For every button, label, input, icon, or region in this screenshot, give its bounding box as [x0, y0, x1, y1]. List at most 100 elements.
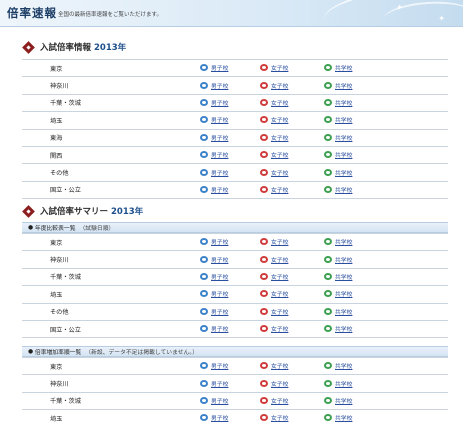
coed-icon: [324, 185, 332, 193]
girls-school-link[interactable]: 女子校: [260, 150, 288, 159]
coed-school-link[interactable]: 共学校: [324, 307, 352, 316]
sparkle-icon: ✦: [396, 3, 403, 12]
girls-school-link[interactable]: 女子校: [260, 168, 288, 177]
coed-school-link[interactable]: 共学校: [324, 413, 352, 422]
coed-school-link[interactable]: 共学校: [324, 185, 352, 194]
boys-school-link-cell: 男子校: [200, 129, 260, 147]
boys-school-link[interactable]: 男子校: [200, 237, 228, 246]
link-label: 共学校: [335, 292, 353, 299]
boys-school-link[interactable]: 男子校: [200, 115, 228, 124]
coed-school-link-cell: 共学校: [324, 163, 384, 182]
boys-school-link[interactable]: 男子校: [200, 150, 228, 159]
boys-school-link[interactable]: 男子校: [200, 289, 228, 298]
coed-school-link[interactable]: 共学校: [324, 361, 352, 370]
boys-school-link[interactable]: 男子校: [200, 307, 228, 316]
boy-icon: [200, 168, 208, 176]
row-padding: [384, 374, 448, 393]
coed-school-link[interactable]: 共学校: [324, 379, 352, 388]
row-padding: [384, 181, 448, 200]
girl-icon: [260, 98, 268, 106]
girls-school-link[interactable]: 女子校: [260, 63, 288, 72]
coed-school-link[interactable]: 共学校: [324, 289, 352, 298]
table-row: その他 男子校 女子校 共学校: [22, 163, 448, 182]
link-label: 女子校: [271, 274, 289, 281]
coed-school-link[interactable]: 共学校: [324, 81, 352, 90]
girl-icon: [260, 255, 268, 263]
region-label: 埼玉: [22, 409, 200, 426]
coed-school-link[interactable]: 共学校: [324, 98, 352, 107]
girls-school-link[interactable]: 女子校: [260, 81, 288, 90]
boys-school-link-cell: 男子校: [200, 285, 260, 304]
coed-school-link-cell: 共学校: [324, 392, 384, 411]
girls-school-link[interactable]: 女子校: [260, 413, 288, 422]
boys-school-link[interactable]: 男子校: [200, 81, 228, 90]
boys-school-link[interactable]: 男子校: [200, 255, 228, 264]
girls-school-link[interactable]: 女子校: [260, 396, 288, 405]
coed-school-link[interactable]: 共学校: [324, 133, 352, 142]
subsection-label: 倍率増加率順一覧: [34, 350, 82, 356]
link-label: 女子校: [271, 292, 289, 299]
girls-school-link-cell: 女子校: [260, 58, 324, 78]
boys-school-link[interactable]: 男子校: [200, 168, 228, 177]
boys-school-link[interactable]: 男子校: [200, 324, 228, 333]
link-label: 男子校: [211, 416, 229, 423]
boys-school-link-cell: 男子校: [200, 232, 260, 252]
boys-school-link[interactable]: 男子校: [200, 185, 228, 194]
coed-school-link[interactable]: 共学校: [324, 63, 352, 72]
boys-school-link[interactable]: 男子校: [200, 133, 228, 142]
coed-school-link[interactable]: 共学校: [324, 324, 352, 333]
bullet-icon: ●: [28, 348, 34, 355]
coed-school-link[interactable]: 共学校: [324, 272, 352, 281]
girls-school-link-cell: 女子校: [260, 129, 324, 147]
boys-school-link[interactable]: 男子校: [200, 272, 228, 281]
coed-school-link[interactable]: 共学校: [324, 396, 352, 405]
boys-school-link[interactable]: 男子校: [200, 361, 228, 370]
boys-school-link[interactable]: 男子校: [200, 379, 228, 388]
region-label: 東海: [22, 129, 200, 147]
region-label: 千葉・茨城: [22, 94, 200, 113]
coed-school-link[interactable]: 共学校: [324, 237, 352, 246]
boy-icon: [200, 116, 208, 124]
girls-school-link-cell: 女子校: [260, 374, 324, 393]
girl-icon: [260, 414, 268, 422]
boys-school-link[interactable]: 男子校: [200, 63, 228, 72]
girls-school-link[interactable]: 女子校: [260, 237, 288, 246]
boys-school-link-cell: 男子校: [200, 111, 260, 130]
coed-school-link-cell: 共学校: [324, 303, 384, 321]
boys-school-link[interactable]: 男子校: [200, 98, 228, 107]
region-label: 関西: [22, 146, 200, 165]
coed-school-link-cell: 共学校: [324, 58, 384, 78]
coed-school-link-cell: 共学校: [324, 76, 384, 95]
coed-school-link[interactable]: 共学校: [324, 150, 352, 159]
table-row: 神奈川 男子校 女子校 共学校: [22, 374, 448, 393]
link-label: 共学校: [335, 274, 353, 281]
link-label: 女子校: [271, 416, 289, 423]
girls-school-link[interactable]: 女子校: [260, 255, 288, 264]
boy-icon: [200, 414, 208, 422]
boys-school-link[interactable]: 男子校: [200, 396, 228, 405]
girls-school-link[interactable]: 女子校: [260, 324, 288, 333]
girls-school-link[interactable]: 女子校: [260, 379, 288, 388]
girls-school-link[interactable]: 女子校: [260, 98, 288, 107]
link-label: 女子校: [271, 398, 289, 405]
girls-school-link[interactable]: 女子校: [260, 272, 288, 281]
girls-school-link[interactable]: 女子校: [260, 361, 288, 370]
link-label: 男子校: [211, 257, 229, 264]
coed-school-link[interactable]: 共学校: [324, 115, 352, 124]
girls-school-link[interactable]: 女子校: [260, 115, 288, 124]
girls-school-link[interactable]: 女子校: [260, 185, 288, 194]
boys-school-link-cell: 男子校: [200, 94, 260, 113]
coed-school-link[interactable]: 共学校: [324, 255, 352, 264]
girls-school-link[interactable]: 女子校: [260, 133, 288, 142]
coed-school-link[interactable]: 共学校: [324, 168, 352, 177]
comparison-table: 東京 男子校 女子校 共学校 神奈川 男子校 女子校 共学校 千葉・茨城 男子校 女子校 共学校 埼玉男…: [22, 232, 448, 339]
girls-school-link-cell: 女子校: [260, 285, 324, 304]
girls-school-link-cell: 女子校: [260, 146, 324, 165]
coed-school-link-cell: 共学校: [324, 181, 384, 200]
boys-school-link[interactable]: 男子校: [200, 413, 228, 422]
girl-icon: [260, 325, 268, 333]
row-padding: [384, 392, 448, 411]
link-label: 共学校: [335, 170, 353, 177]
girls-school-link[interactable]: 女子校: [260, 307, 288, 316]
girls-school-link[interactable]: 女子校: [260, 289, 288, 298]
